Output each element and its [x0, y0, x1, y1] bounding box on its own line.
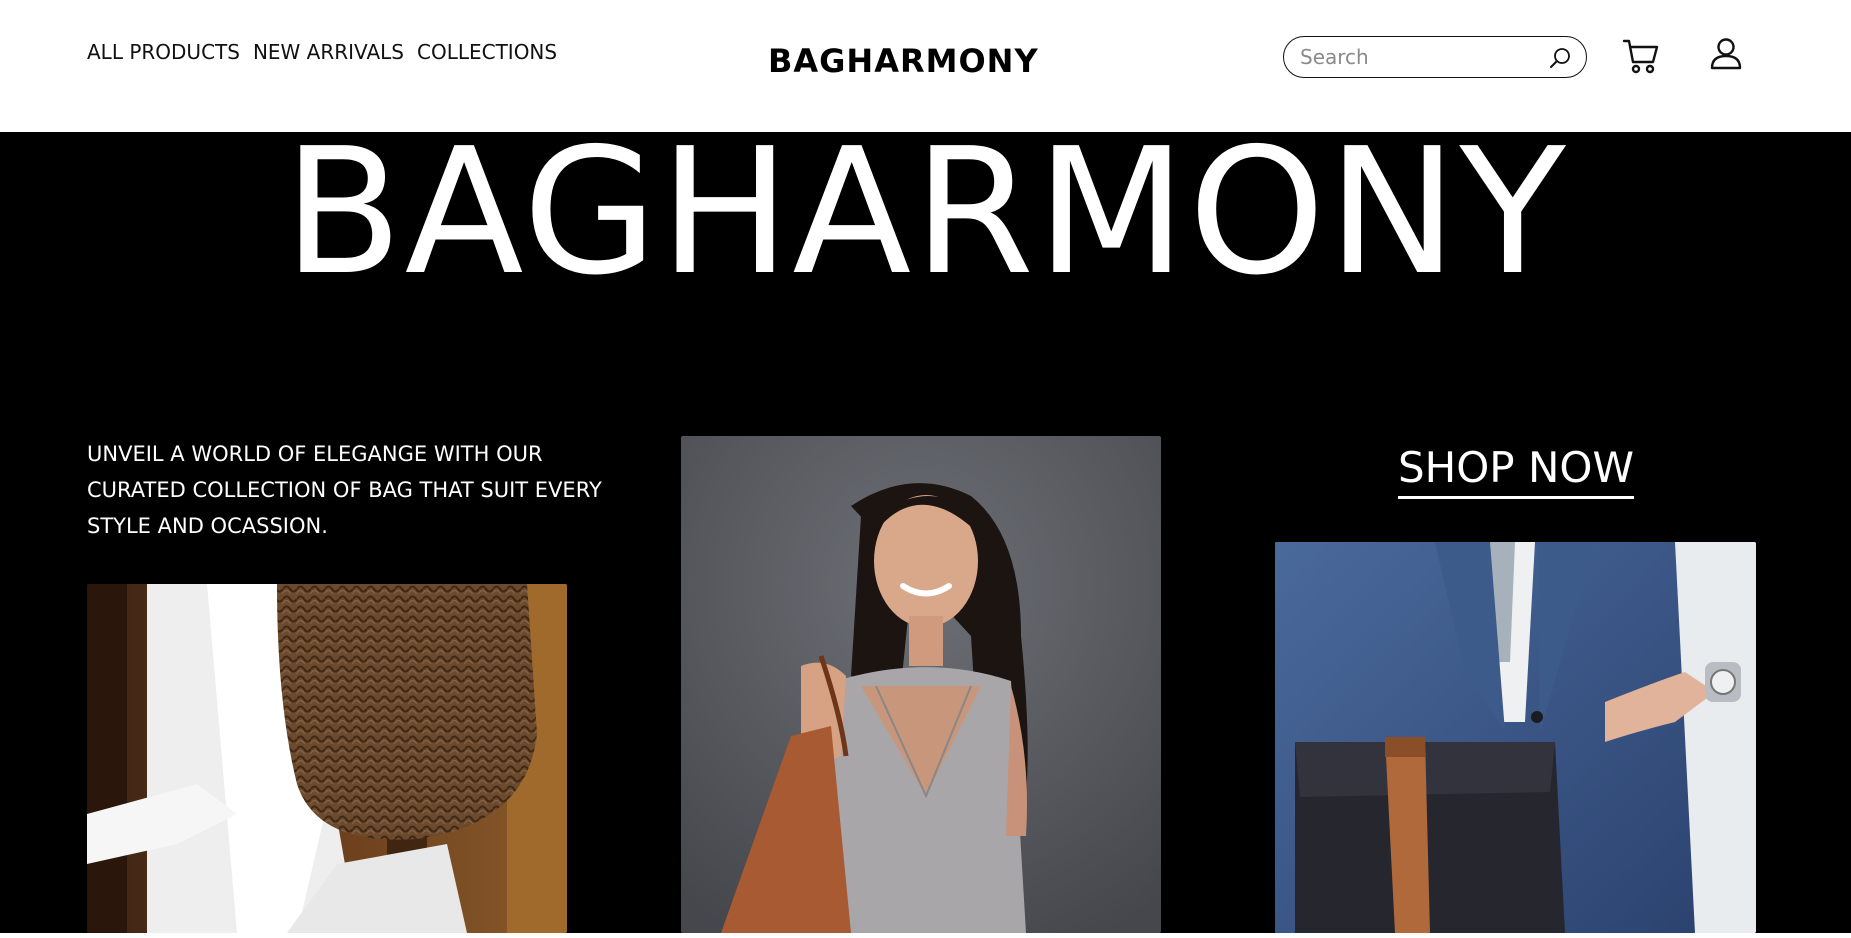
cart-icon[interactable] — [1622, 37, 1660, 75]
shop-now-button[interactable]: SHOP NOW — [1398, 444, 1634, 499]
site-header: ALL PRODUCTS NEW ARRIVALS COLLECTIONS BA… — [0, 0, 1851, 132]
woven-bag-photo[interactable] — [87, 584, 567, 933]
site-logo[interactable]: BAGHARMONY — [768, 42, 1039, 80]
hero-section: BAGHARMONY UNVEIL A WORLD OF ELEGANGE WI… — [0, 132, 1851, 933]
search-box — [1283, 36, 1587, 78]
user-icon[interactable] — [1708, 36, 1744, 72]
hero-tagline: UNVEIL A WORLD OF ELEGANGE WITH OUR CURA… — [87, 442, 602, 538]
man-with-briefcase-photo[interactable] — [1275, 542, 1756, 933]
nav-all-products[interactable]: ALL PRODUCTS — [87, 40, 240, 64]
nav-collections[interactable]: COLLECTIONS — [417, 40, 557, 64]
woman-with-tote-photo[interactable] — [681, 436, 1161, 933]
search-input[interactable] — [1300, 43, 1540, 71]
main-nav: ALL PRODUCTS NEW ARRIVALS COLLECTIONS — [87, 40, 557, 64]
search-icon[interactable] — [1548, 46, 1572, 70]
hero-title: BAGHARMONY — [283, 132, 1568, 314]
page-bottom-edge — [0, 933, 1851, 938]
nav-new-arrivals[interactable]: NEW ARRIVALS — [253, 40, 404, 64]
